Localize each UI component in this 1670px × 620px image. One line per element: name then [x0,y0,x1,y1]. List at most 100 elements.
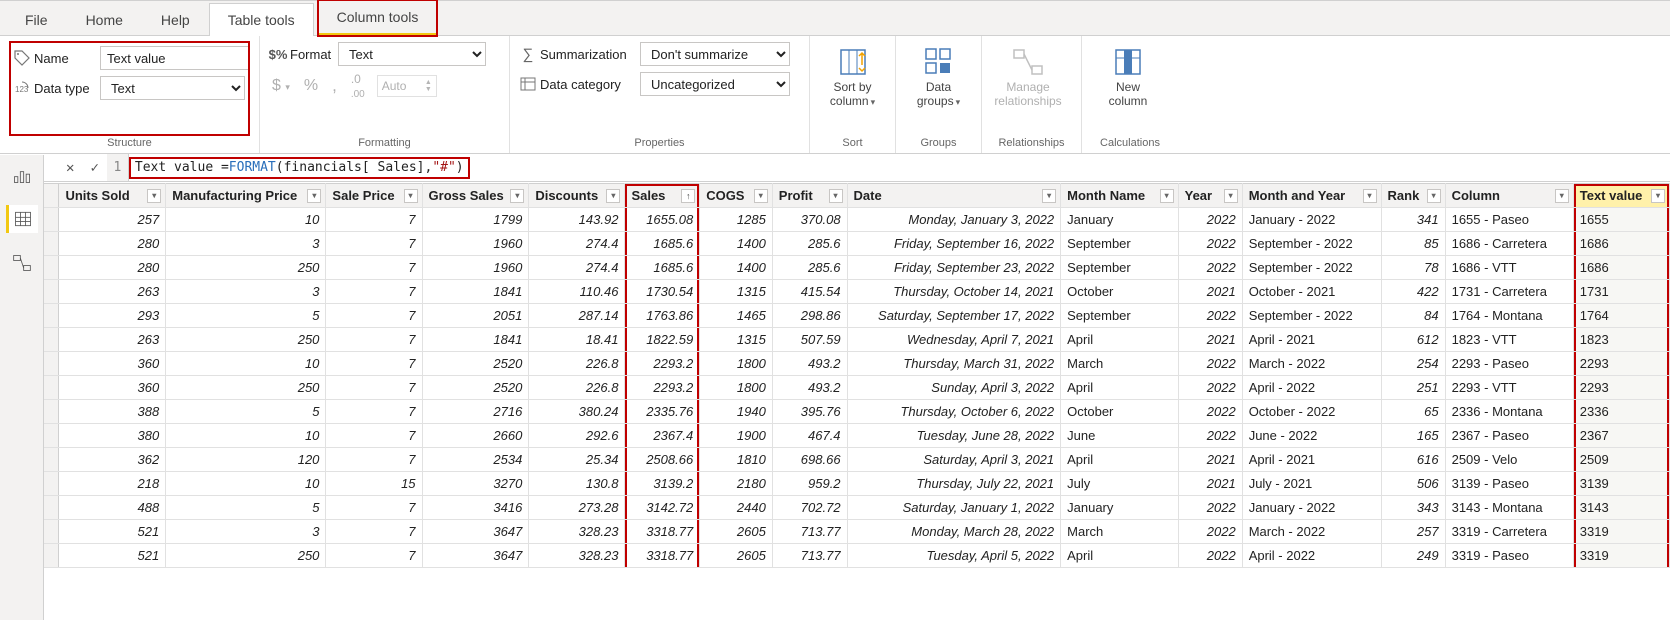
cell[interactable]: 3647 [422,544,529,568]
cell[interactable]: 1764 - Montana [1445,304,1573,328]
currency-button[interactable]: $ ▾ [270,77,292,95]
cell[interactable]: January - 2022 [1242,208,1381,232]
column-header[interactable]: COGS▾ [700,184,773,208]
table-row[interactable]: 21810153270130.83139.22180959.2Thursday,… [44,472,1670,496]
cell[interactable]: 1800 [700,352,773,376]
cell[interactable]: 2022 [1178,544,1242,568]
cell[interactable]: 493.2 [772,352,847,376]
cell[interactable]: Saturday, April 3, 2021 [847,448,1061,472]
sort-asc-icon[interactable]: ↑ [681,189,695,203]
cell[interactable]: 1655.08 [625,208,700,232]
cell[interactable]: 250 [166,328,326,352]
cell[interactable]: 2022 [1178,256,1242,280]
cell[interactable]: 280 [59,256,166,280]
cell[interactable]: September - 2022 [1242,304,1381,328]
table-row[interactable]: 2571071799143.921655.081285370.08Monday,… [44,208,1670,232]
cell[interactable]: Saturday, September 17, 2022 [847,304,1061,328]
cell[interactable]: 395.76 [772,400,847,424]
sort-by-column-button[interactable]: Sort by column▾ [820,42,885,135]
cell[interactable]: October - 2022 [1242,400,1381,424]
cell[interactable]: 7 [326,424,422,448]
cell[interactable]: 713.77 [772,520,847,544]
cell[interactable]: 298.86 [772,304,847,328]
cell[interactable]: 493.2 [772,376,847,400]
table-row[interactable]: 293572051287.141763.861465298.86Saturday… [44,304,1670,328]
cell[interactable]: 10 [166,208,326,232]
cell[interactable]: 287.14 [529,304,625,328]
cell[interactable]: 143.92 [529,208,625,232]
cell[interactable]: 388 [59,400,166,424]
row-header[interactable] [44,520,59,544]
filter-icon[interactable]: ▾ [1363,189,1377,203]
cell[interactable]: 1655 - Paseo [1445,208,1573,232]
cell[interactable]: 2022 [1178,232,1242,256]
cell[interactable]: 1800 [700,376,773,400]
cell[interactable]: 7 [326,520,422,544]
cell[interactable]: 7 [326,544,422,568]
cell[interactable]: 3 [166,232,326,256]
cell[interactable]: 1731 - Carretera [1445,280,1573,304]
column-header[interactable]: Gross Sales▾ [422,184,529,208]
cell[interactable]: 251 [1381,376,1445,400]
cell[interactable]: 7 [326,448,422,472]
filter-icon[interactable]: ▾ [147,189,161,203]
cell[interactable]: 250 [166,544,326,568]
cell[interactable]: 2508.66 [625,448,700,472]
column-header[interactable]: Manufacturing Price▾ [166,184,326,208]
cell[interactable]: Tuesday, April 5, 2022 [847,544,1061,568]
cell[interactable]: 1763.86 [625,304,700,328]
cell[interactable]: 15 [326,472,422,496]
cell[interactable]: 616 [1381,448,1445,472]
cell[interactable]: 2293.2 [625,376,700,400]
cell[interactable]: 3139 [1573,472,1669,496]
tab-help[interactable]: Help [142,3,209,36]
cell[interactable]: 2022 [1178,496,1242,520]
cell[interactable]: 285.6 [772,232,847,256]
table-row[interactable]: 2632507184118.411822.591315507.59Wednesd… [44,328,1670,352]
table-row[interactable]: 3621207253425.342508.661810698.66Saturda… [44,448,1670,472]
cell[interactable]: 1686 - Carretera [1445,232,1573,256]
cell[interactable]: 612 [1381,328,1445,352]
cell[interactable]: 7 [326,400,422,424]
cell[interactable]: 1900 [700,424,773,448]
cell[interactable]: 10 [166,352,326,376]
cell[interactable]: 2293 - Paseo [1445,352,1573,376]
filter-icon[interactable]: ▾ [1651,189,1665,203]
cell[interactable]: 2367 [1573,424,1669,448]
cell[interactable]: October [1061,400,1178,424]
cell[interactable]: 328.23 [529,520,625,544]
column-header[interactable]: Units Sold▾ [59,184,166,208]
name-input[interactable] [100,46,250,70]
row-header[interactable] [44,424,59,448]
row-header[interactable] [44,280,59,304]
cell[interactable]: 2051 [422,304,529,328]
table-row[interactable]: 28025071960274.41685.61400285.6Friday, S… [44,256,1670,280]
cell[interactable]: 3416 [422,496,529,520]
column-header[interactable]: Month Name▾ [1061,184,1178,208]
column-header[interactable]: Text value▾ [1573,184,1669,208]
cell[interactable]: 370.08 [772,208,847,232]
cell[interactable]: 2022 [1178,352,1242,376]
cell[interactable]: 5 [166,496,326,520]
cell[interactable]: 7 [326,376,422,400]
cell[interactable]: 2293.2 [625,352,700,376]
model-view-button[interactable] [6,249,38,277]
cell[interactable]: September - 2022 [1242,256,1381,280]
cell[interactable]: 7 [326,328,422,352]
filter-icon[interactable]: ▾ [754,189,768,203]
cell[interactable]: 521 [59,520,166,544]
column-header[interactable]: Sale Price▾ [326,184,422,208]
row-header[interactable] [44,448,59,472]
table-row[interactable]: 36025072520226.82293.21800493.2Sunday, A… [44,376,1670,400]
cell[interactable]: 702.72 [772,496,847,520]
cell[interactable]: 292.6 [529,424,625,448]
table-row[interactable]: 280371960274.41685.61400285.6Friday, Sep… [44,232,1670,256]
cell[interactable]: 506 [1381,472,1445,496]
cell[interactable]: 2021 [1178,280,1242,304]
row-header[interactable] [44,304,59,328]
cell[interactable]: 1730.54 [625,280,700,304]
manage-relationships-button[interactable]: Manage relationships [992,42,1064,135]
filter-icon[interactable]: ▾ [829,189,843,203]
cell[interactable]: 110.46 [529,280,625,304]
cell[interactable]: 2509 - Velo [1445,448,1573,472]
